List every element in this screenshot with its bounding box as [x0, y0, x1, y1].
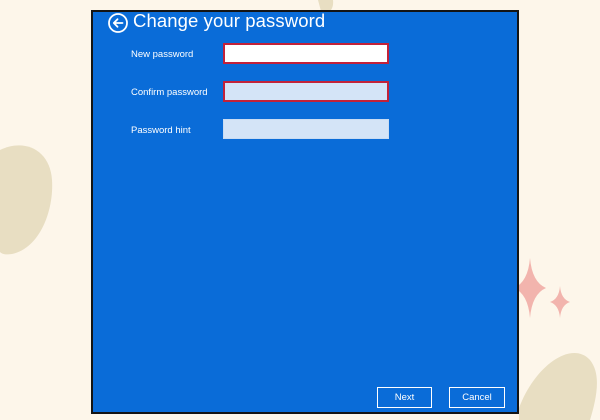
change-password-dialog: Change your password New password Confir… [91, 10, 519, 414]
page-title: Change your password [133, 10, 326, 31]
decor-sparkle-small [550, 286, 570, 318]
new-password-label: New password [131, 49, 194, 60]
decor-blob-bottom-right [519, 353, 597, 420]
next-button[interactable]: Next [377, 387, 432, 408]
confirm-password-label: Confirm password [131, 87, 208, 98]
new-password-field[interactable] [223, 43, 389, 64]
cancel-button[interactable]: Cancel [449, 387, 505, 408]
password-hint-field[interactable] [223, 119, 389, 139]
confirm-password-field[interactable] [223, 81, 389, 102]
password-hint-label: Password hint [131, 125, 191, 136]
back-arrow-icon[interactable] [107, 12, 129, 34]
decor-blob-left [0, 145, 53, 255]
